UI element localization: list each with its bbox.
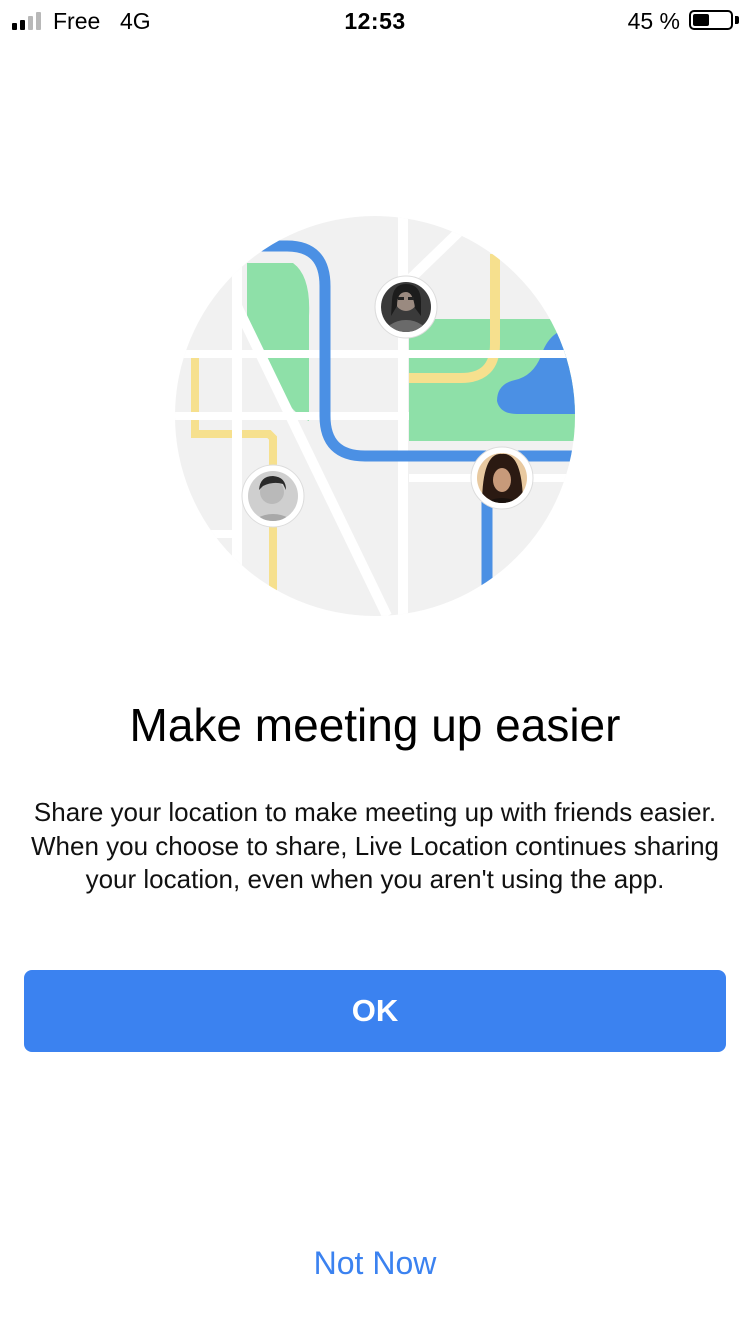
battery-tip [735, 16, 739, 24]
description-text: Share your location to make meeting up w… [31, 797, 719, 894]
battery-level-fill [693, 14, 709, 26]
map-illustration [175, 216, 575, 616]
not-now-button[interactable]: Not Now [225, 1238, 525, 1288]
page-title: Make meeting up easier [129, 699, 621, 751]
battery-percentage: 45 % [627, 8, 680, 34]
battery-icon [689, 10, 733, 30]
ok-button[interactable]: OK [24, 970, 726, 1052]
status-bar: Free 4G 12:53 45 % [0, 0, 750, 40]
